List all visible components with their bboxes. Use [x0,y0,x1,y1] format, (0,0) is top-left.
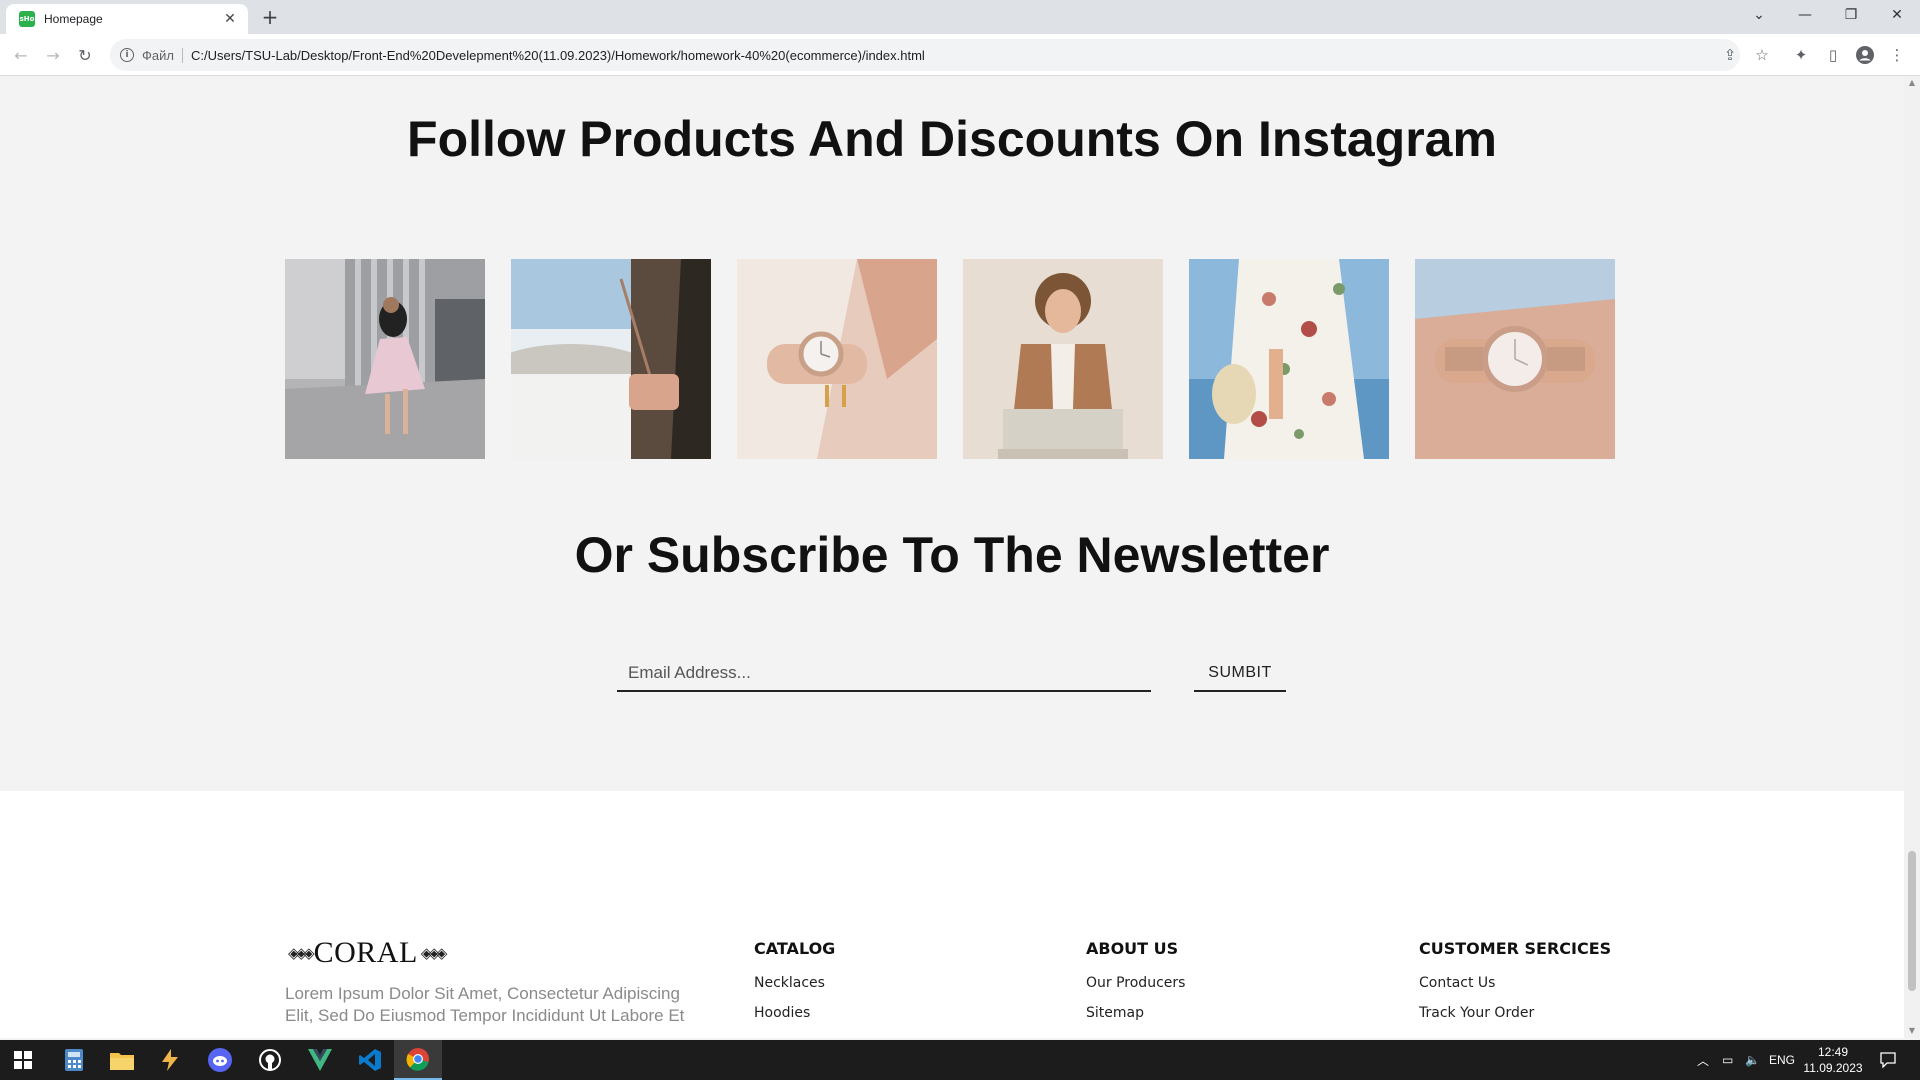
instagram-gallery [285,259,1615,459]
newsletter-section-title: Or Subscribe To The Newsletter [574,527,1330,583]
reload-icon[interactable]: ↻ [73,43,97,67]
back-arrow-icon[interactable]: ← [9,43,33,67]
submit-button[interactable]: SUMBIT [1194,656,1286,692]
minimize-button[interactable]: — [1782,0,1828,30]
footer-column-title: CUSTOMER SERCICES [1419,939,1612,958]
tray-volume-icon[interactable]: 🔈 [1745,1040,1760,1080]
floral-dress-photo-icon [1189,259,1389,459]
clock-time: 12:49 [1817,1045,1849,1059]
tray-network-icon[interactable]: ▭ [1722,1040,1733,1080]
footer-description: Lorem Ipsum Dolor Sit Amet, Consectetur … [285,984,685,1025]
tab-homepage[interactable]: sHo Homepage ✕ [6,4,248,34]
logo-right-ornament-icon: ◈◈◈ [420,945,448,962]
tab-close-icon[interactable]: ✕ [222,11,238,27]
scrollbar-thumb[interactable] [1908,851,1916,991]
woman-jumping-photo-icon [285,259,485,459]
footer-column-title: CATALOG [754,939,836,958]
tray-clock[interactable]: 12:49 11.09.2023 [1798,1044,1868,1076]
clock-date: 11.09.2023 [1803,1061,1863,1075]
extensions-puzzle-icon[interactable]: ✦ [1791,45,1811,65]
coral-logo[interactable]: ◈◈◈ CORAL ◈◈◈ [285,936,448,970]
footer: ◈◈◈ CORAL ◈◈◈ Lorem Ipsum Dolor Sit Amet… [0,791,1904,1038]
footer-column-catalog: CATALOG Necklaces Hoodies [754,939,835,1034]
logo-text: CORAL [313,936,418,969]
share-icon[interactable]: ⇪ [1720,45,1740,65]
tray-show-hidden-icon[interactable]: ︿ [1697,1040,1709,1080]
notifications-icon[interactable] [1880,1040,1896,1080]
rose-gold-watch-photo-icon [1415,259,1615,459]
page-viewport: Follow Products And Discounts On Instagr… [0,76,1904,1038]
footer-column-customer-services: CUSTOMER SERCICES Contact Us Track Your … [1419,939,1611,1034]
scroll-up-arrow-icon[interactable]: ▲ [1908,78,1916,87]
footer-link-our-producers[interactable]: Our Producers [1086,974,1185,1004]
handbag-snow-photo-icon [511,259,711,459]
footer-link-necklaces[interactable]: Necklaces [754,974,835,1004]
taskbar-file-explorer-icon[interactable] [98,1040,146,1080]
instagram-section-title: Follow Products And Discounts On Instagr… [407,111,1497,167]
windows-taskbar: ︿ ▭ 🔈 ENG 12:49 11.09.2023 [0,1040,1920,1080]
tab-strip: sHo Homepage ✕ + ⌄ — ❐ ✕ [0,0,1920,34]
restore-button[interactable]: ❐ [1828,0,1874,30]
windows-start-button[interactable] [0,1040,46,1080]
page-scrollbar[interactable]: ▲ ▼ [1904,76,1920,1038]
man-brown-jacket-photo-icon [963,259,1163,459]
profile-avatar-icon[interactable] [1855,45,1875,65]
new-tab-button[interactable]: + [258,6,282,30]
email-input[interactable] [617,656,1151,692]
footer-link-hoodies[interactable]: Hoodies [754,1004,835,1034]
taskbar-discord-icon[interactable] [196,1040,244,1080]
taskbar-vue-icon[interactable] [296,1040,344,1080]
footer-column-about: ABOUT US Our Producers Sitemap [1086,939,1185,1034]
site-favicon-icon: sHo [19,11,35,27]
taskbar-vscode-icon[interactable] [346,1040,394,1080]
address-scheme-label: Файл [142,47,183,63]
footer-link-sitemap[interactable]: Sitemap [1086,1004,1185,1034]
address-url[interactable]: C:/Users/TSU-Lab/Desktop/Front-End%20Dev… [191,48,925,63]
tray-language[interactable]: ENG [1769,1040,1795,1080]
forward-arrow-icon[interactable]: → [41,43,65,67]
instagram-photo-3[interactable] [737,259,937,459]
taskbar-calculator-icon[interactable] [50,1040,98,1080]
taskbar-github-icon[interactable] [246,1040,294,1080]
browser-toolbar: ← → ↻ i Файл C:/Users/TSU-Lab/Desktop/Fr… [0,34,1920,76]
footer-column-title: ABOUT US [1086,939,1179,958]
instagram-photo-2[interactable] [511,259,711,459]
windows-logo-icon [14,1051,32,1069]
tab-search-chevron-icon[interactable]: ⌄ [1736,0,1782,30]
tab-title: Homepage [44,12,103,26]
footer-link-track-order[interactable]: Track Your Order [1419,1004,1611,1034]
bookmark-star-icon[interactable]: ☆ [1752,45,1772,65]
wristwatch-photo-icon [737,259,937,459]
scroll-down-arrow-icon[interactable]: ▼ [1908,1026,1916,1035]
browser-menu-icon[interactable]: ⋮ [1887,45,1907,65]
taskbar-chrome-icon[interactable] [394,1040,442,1080]
instagram-photo-5[interactable] [1189,259,1389,459]
side-panel-icon[interactable]: ▯ [1823,45,1843,65]
instagram-photo-4[interactable] [963,259,1163,459]
footer-link-contact-us[interactable]: Contact Us [1419,974,1611,1004]
instagram-photo-6[interactable] [1415,259,1615,459]
site-info-icon[interactable]: i [120,48,134,62]
taskbar-app-lightning-icon[interactable] [146,1040,194,1080]
newsletter-form: SUMBIT [617,656,1286,692]
logo-left-ornament-icon: ◈◈◈ [288,945,315,962]
instagram-photo-1[interactable] [285,259,485,459]
close-window-button[interactable]: ✕ [1874,0,1920,30]
address-bar[interactable]: i Файл C:/Users/TSU-Lab/Desktop/Front-En… [110,39,1740,71]
